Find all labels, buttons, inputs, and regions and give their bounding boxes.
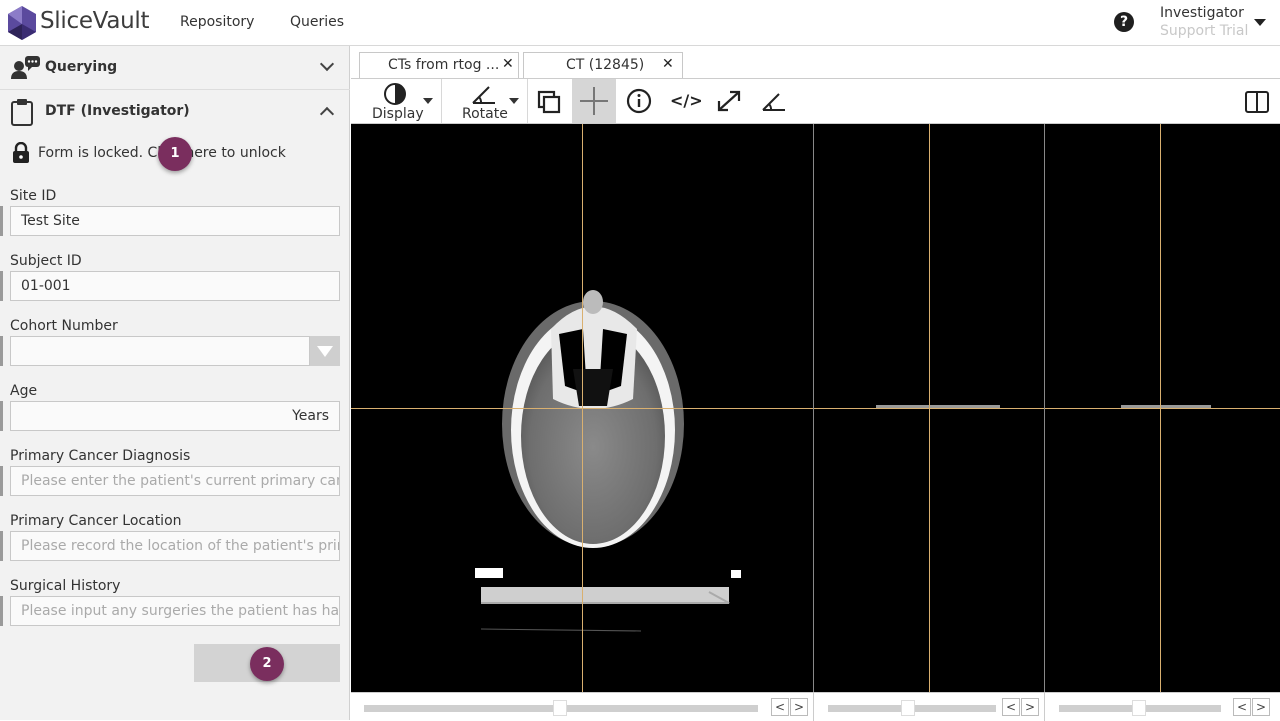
crosshair-horizontal (1045, 408, 1280, 409)
diagnosis-label: Primary Cancer Diagnosis (10, 448, 191, 464)
location-field[interactable]: Please record the location of the patien… (10, 531, 340, 561)
field-marker (0, 531, 3, 561)
cohort-dropdown-arrow-icon[interactable] (310, 336, 340, 366)
crosshair-icon (580, 87, 608, 115)
tab-cts-from-rtog[interactable]: CTs from rtog ... ✕ (359, 52, 519, 78)
rotate-angle-icon (472, 86, 495, 104)
age-field[interactable]: Years (10, 401, 340, 431)
help-icon[interactable]: ? (1114, 12, 1134, 32)
surgical-field[interactable]: Please input any surgeries the patient h… (10, 596, 340, 626)
location-label: Primary Cancer Location (10, 513, 182, 529)
slider-divider (1044, 693, 1045, 721)
contrast-icon (384, 83, 406, 105)
form-section-header[interactable]: DTF (Investigator) (0, 90, 350, 134)
coronal-next-button[interactable]: > (1021, 698, 1039, 716)
age-label: Age (10, 383, 38, 399)
slider-divider (813, 693, 814, 721)
sagittal-viewport[interactable] (1045, 124, 1280, 692)
axial-slice-thumb[interactable] (553, 700, 567, 716)
display-button[interactable]: Display (365, 79, 441, 123)
tab-label: CTs from rtog ... (388, 57, 500, 73)
field-marker (0, 596, 3, 626)
angle-measure-icon[interactable] (761, 90, 787, 112)
crosshair-horizontal (814, 408, 1044, 409)
subject-id-label: Subject ID (10, 253, 82, 269)
rotate-button[interactable]: Rotate (455, 79, 527, 123)
subject-id-field[interactable]: 01-001 (10, 271, 340, 301)
viewer-toolbar: Display Rotate </> (351, 78, 1280, 124)
field-marker (0, 206, 3, 236)
age-unit: Years (292, 408, 329, 424)
site-id-field[interactable]: Test Site (10, 206, 340, 236)
axial-viewport[interactable] (351, 124, 813, 692)
code-icon[interactable]: </> (670, 91, 703, 113)
user-role: Support Trial (1160, 23, 1249, 39)
nav-repository[interactable]: Repository (180, 14, 254, 30)
querying-title: Querying (45, 59, 118, 75)
display-label: Display (372, 106, 424, 122)
nav-queries[interactable]: Queries (290, 14, 344, 30)
form-title: DTF (Investigator) (45, 103, 190, 119)
sagittal-slice-thumb[interactable] (1132, 700, 1146, 716)
querying-section-header[interactable]: Querying (0, 46, 350, 90)
step-badge-2: 2 (250, 647, 284, 681)
axial-prev-button[interactable]: < (771, 698, 789, 716)
slice-scroll-bar: < > < > < > (351, 692, 1280, 721)
chevron-down-icon[interactable] (509, 98, 519, 104)
field-marker (0, 271, 3, 301)
top-navbar: SliceVault Repository Queries ? Investig… (0, 0, 1280, 46)
clipboard-icon (11, 99, 33, 126)
tab-label: CT (12845) (566, 57, 645, 73)
chevron-down-icon[interactable] (319, 56, 335, 72)
chevron-up-icon[interactable] (319, 106, 335, 122)
coronal-prev-button[interactable]: < (1002, 698, 1020, 716)
rotate-label: Rotate (462, 106, 508, 122)
lock-icon (13, 142, 29, 163)
diagnosis-field[interactable]: Please enter the patient's current prima… (10, 466, 340, 496)
close-icon[interactable]: ✕ (502, 56, 514, 72)
crosshair-horizontal (351, 408, 813, 409)
close-icon[interactable]: ✕ (662, 56, 674, 72)
site-id-label: Site ID (10, 188, 57, 204)
tab-ct-12845[interactable]: CT (12845) ✕ (523, 52, 683, 78)
sagittal-next-button[interactable]: > (1252, 698, 1270, 716)
info-icon[interactable] (626, 88, 652, 114)
field-marker (0, 336, 3, 366)
chevron-down-icon[interactable] (423, 98, 433, 104)
toolbar-divider (527, 79, 528, 123)
step-badge-1: 1 (158, 137, 192, 171)
coronal-viewport[interactable] (814, 124, 1044, 692)
form-sidebar: Querying DTF (Investigator) Form is lock… (0, 46, 350, 720)
toolbar-divider (441, 79, 442, 123)
slicevault-logo-icon[interactable] (6, 4, 38, 42)
field-marker (0, 401, 3, 431)
field-marker (0, 466, 3, 496)
image-viewer-area[interactable] (351, 124, 1280, 692)
user-menu-caret-icon[interactable] (1254, 19, 1266, 26)
cohort-select[interactable] (10, 336, 310, 366)
tab-strip: CTs from rtog ... ✕ CT (12845) ✕ (351, 46, 1280, 78)
user-name[interactable]: Investigator (1160, 5, 1244, 21)
layers-icon[interactable] (537, 90, 561, 114)
surgical-label: Surgical History (10, 578, 121, 594)
querying-chat-icon (11, 56, 40, 79)
axial-next-button[interactable]: > (790, 698, 808, 716)
cohort-label: Cohort Number (10, 318, 118, 334)
coronal-slice-thumb[interactable] (901, 700, 915, 716)
sagittal-prev-button[interactable]: < (1233, 698, 1251, 716)
expand-icon[interactable] (716, 89, 742, 113)
crosshair-button[interactable] (572, 79, 616, 123)
brand-name[interactable]: SliceVault (40, 8, 150, 34)
split-view-icon[interactable] (1244, 90, 1270, 114)
